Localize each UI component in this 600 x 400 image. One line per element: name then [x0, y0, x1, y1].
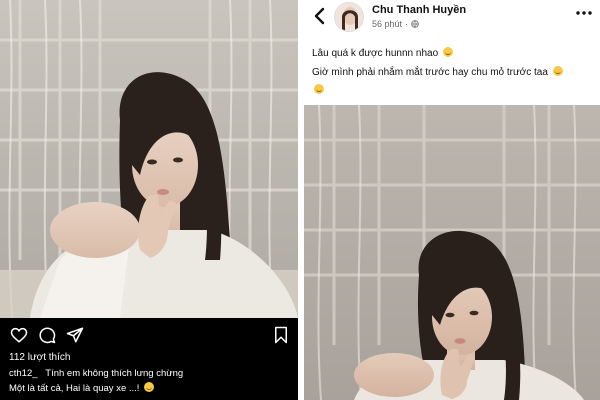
post-text-line-2: Giờ mình phải nhắm mắt trước hay chu mỏ … [312, 66, 563, 78]
post-text-line-3 [312, 84, 324, 96]
photo-illustration [304, 105, 600, 400]
heart-icon[interactable] [10, 326, 28, 344]
avatar-image [335, 3, 363, 31]
bookmark-icon[interactable] [272, 326, 290, 344]
thinking-emoji-icon [552, 66, 563, 76]
post-text-1: Lâu quá k được hunnn nhao [312, 48, 439, 59]
caption-username[interactable]: cth12_ [9, 368, 38, 379]
caption-first-line: cth12_ Tính em không thích lưng chừng [9, 368, 183, 379]
instagram-post: 112 lượt thích cth12_ Tính em không thíc… [0, 0, 298, 400]
author-name[interactable]: Chu Thanh Huyền [372, 4, 466, 16]
caption-text: Tính em không thích lưng chừng [45, 368, 184, 379]
smile-emoji-icon [144, 382, 155, 392]
post-text-2: Giờ mình phải nhắm mắt trước hay chu mỏ … [312, 67, 548, 78]
facebook-post-photo[interactable] [304, 105, 600, 400]
post-text-line-1: Lâu quá k được hunnn nhao [312, 47, 453, 59]
likes-count[interactable]: 112 lượt thích [9, 352, 70, 363]
post-time[interactable]: 56 phút [372, 19, 402, 29]
caption-text-2: Một là tất cả, Hai là quay xe ...! [9, 383, 140, 394]
smile-emoji-icon [314, 84, 324, 94]
photo-illustration [0, 0, 298, 318]
blush-emoji-icon [442, 47, 453, 57]
avatar[interactable] [334, 2, 364, 32]
comment-icon[interactable] [38, 326, 56, 344]
post-meta: 56 phút · [372, 19, 419, 29]
facebook-post: Chu Thanh Huyền 56 phút · Lâu quá k được… [304, 0, 600, 400]
instagram-action-bar [0, 318, 298, 352]
instagram-post-photo[interactable] [0, 0, 298, 318]
share-icon[interactable] [66, 326, 84, 344]
globe-icon [411, 20, 419, 28]
back-chevron-icon[interactable] [312, 7, 328, 25]
caption-second-line: Một là tất cả, Hai là quay xe ...! [9, 382, 155, 394]
more-dots-icon[interactable] [576, 10, 592, 16]
post-header: Chu Thanh Huyền 56 phút · [304, 0, 600, 36]
